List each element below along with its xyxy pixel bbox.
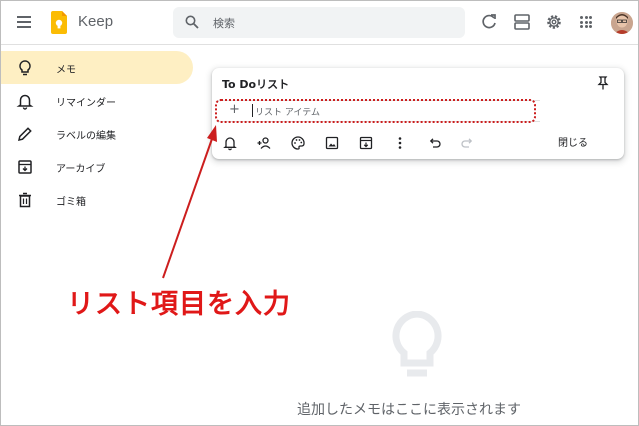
lightbulb-icon bbox=[19, 60, 31, 76]
list-view-icon[interactable] bbox=[512, 12, 532, 32]
image-icon[interactable] bbox=[324, 135, 340, 151]
trash-icon bbox=[19, 192, 31, 208]
gear-icon[interactable] bbox=[544, 12, 564, 32]
pencil-icon bbox=[18, 127, 32, 141]
sidebar-item-archive[interactable]: アーカイブ bbox=[1, 150, 193, 183]
sidebar-item-label: アーカイブ bbox=[56, 164, 106, 175]
pin-icon[interactable] bbox=[595, 75, 611, 91]
lightbulb-icon bbox=[392, 311, 442, 377]
empty-state-message: 追加したメモはここに表示されます bbox=[297, 402, 521, 418]
archive-icon bbox=[18, 160, 32, 174]
close-button[interactable]: 閉じる bbox=[558, 134, 588, 149]
sidebar-item-label: ゴミ箱 bbox=[56, 197, 86, 208]
search-input[interactable]: 検索 bbox=[213, 15, 235, 31]
undo-icon[interactable] bbox=[426, 135, 442, 151]
sidebar-item-trash[interactable]: ゴミ箱 bbox=[1, 183, 193, 216]
search-bar[interactable]: 検索 bbox=[173, 7, 465, 38]
apps-grid-icon[interactable] bbox=[580, 16, 592, 28]
sidebar-item-label: リマインダー bbox=[56, 98, 116, 109]
person-add-icon[interactable] bbox=[256, 135, 272, 151]
sidebar-item-label: メモ bbox=[56, 65, 76, 76]
archive-icon[interactable] bbox=[358, 135, 374, 151]
app-title: Keep bbox=[78, 13, 114, 30]
avatar[interactable] bbox=[611, 12, 633, 34]
sidebar-item-edit-labels[interactable]: ラベルの編集 bbox=[1, 117, 193, 150]
palette-icon[interactable] bbox=[290, 135, 306, 151]
search-icon[interactable] bbox=[185, 15, 199, 29]
sidebar-item-memo[interactable]: メモ bbox=[1, 51, 193, 84]
more-vert-icon[interactable] bbox=[392, 135, 408, 151]
menu-icon[interactable] bbox=[14, 11, 36, 33]
annotation-text: リスト項目を入力 bbox=[67, 289, 291, 320]
sidebar-item-label: ラベルの編集 bbox=[56, 131, 116, 142]
app-window: Keep 検索 メモ リマインダー ラベルの編集 アーカイブ ゴミ箱 To Do… bbox=[0, 0, 639, 426]
highlight-box bbox=[215, 99, 536, 123]
top-bar: Keep 検索 bbox=[1, 1, 638, 45]
sidebar: メモ リマインダー ラベルの編集 アーカイブ ゴミ箱 bbox=[1, 45, 201, 425]
refresh-icon[interactable] bbox=[479, 12, 499, 32]
keep-logo bbox=[51, 11, 67, 34]
bell-plus-icon[interactable] bbox=[222, 135, 238, 151]
sidebar-item-reminders[interactable]: リマインダー bbox=[1, 84, 193, 117]
redo-icon[interactable] bbox=[460, 135, 476, 151]
note-title[interactable]: To Doリスト bbox=[222, 76, 289, 92]
bell-icon bbox=[16, 94, 34, 110]
